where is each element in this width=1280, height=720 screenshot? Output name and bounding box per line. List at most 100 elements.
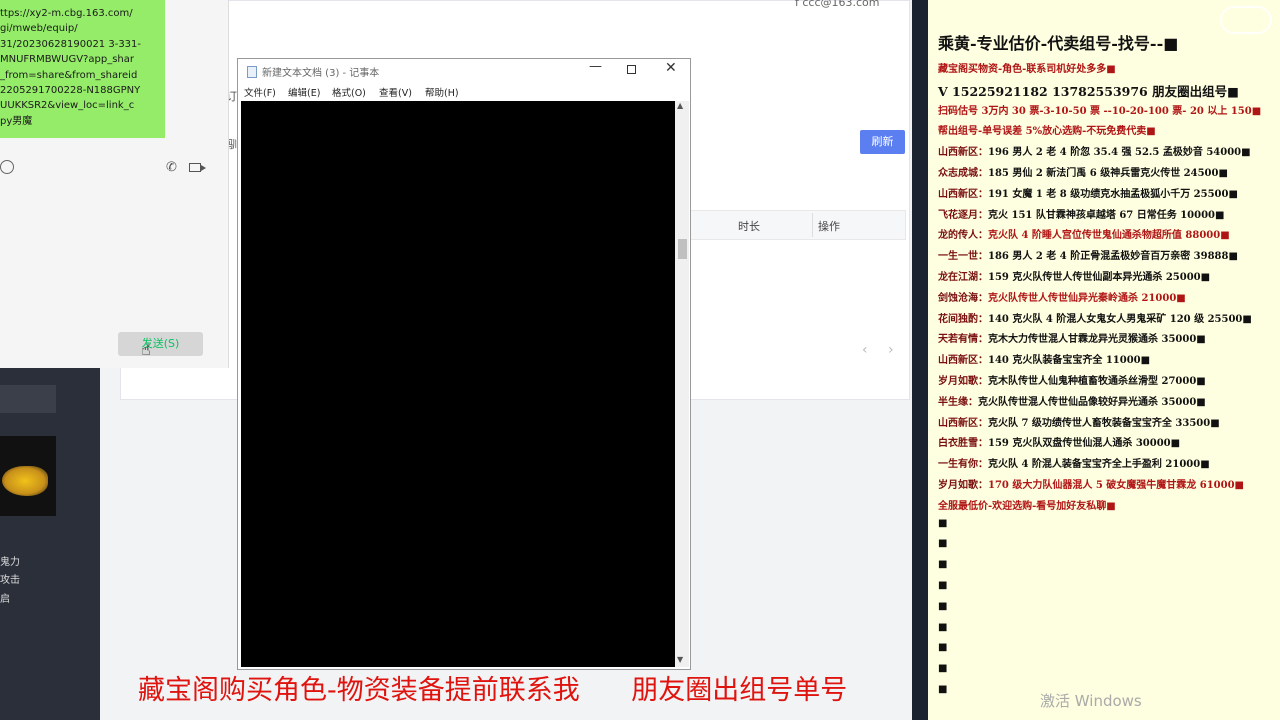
listing-text: 克木大力传世混人甘霖龙异光灵猴通杀 35000■: [988, 334, 1206, 346]
windows-activation-watermark: 激活 Windows: [1040, 692, 1142, 710]
chat-text-line: UUKKSR2&view_loc=link_c: [0, 100, 135, 112]
table-header: [690, 210, 906, 240]
stream-info-panel: 乘黄-专业估价-代卖组号-找号--■ 藏宝阁买物资-角色-联系司机好处多多■ V …: [928, 0, 1280, 720]
listing-line: 藏宝阁买物资-角色-联系司机好处多多■: [938, 60, 1116, 75]
menu-view[interactable]: 查看(V): [379, 85, 412, 99]
scroll-thumb[interactable]: [678, 239, 687, 259]
column-divider: [812, 213, 813, 237]
mouse-cursor-icon: ☝: [141, 340, 151, 359]
promo-banner-text: 藏宝阁购买角色-物资装备提前联系我 朋友圈出组号单号: [138, 675, 848, 706]
listing-text: ■: [938, 559, 948, 571]
notepad-window[interactable]: 新建文本文档 (3) - 记事本 — ✕ 文件(F) 编辑(E) 格式(O) 查…: [237, 58, 691, 670]
chat-message-text: ttps://xy2-m.cbg.163.com/gi/mweb/equip/3…: [0, 6, 160, 129]
listing-line: ■: [938, 559, 947, 570]
server-name: 龙在江湖：: [938, 272, 988, 283]
listing-line: 帮出组号-单号误差 5%放心选购-不玩免费代卖■: [938, 122, 1156, 137]
stat-label: 鬼力: [0, 557, 20, 568]
listing-line: ■: [938, 538, 947, 549]
listing-line: ■: [938, 642, 947, 653]
listing-text: 克火 151 队甘霖神孩卓越塔 67 日常任务 10000■: [988, 209, 1225, 221]
listing-line: 山西新区：克火队 7 级功绩传世人畜牧装备宝宝齐全 33500■: [938, 414, 1220, 429]
server-name: 山西新区：: [938, 188, 988, 200]
listing-line: ■: [938, 518, 947, 529]
listing-text: 186 男人 2 老 4 阶正骨混孟极妙音百万亲密 39888■: [988, 251, 1238, 263]
listing-text: ■: [938, 538, 948, 550]
listing-text: 140 克火队 4 阶混人女鬼女人男鬼采矿 120 级 25500■: [988, 313, 1252, 325]
chat-text-line: ttps://xy2-m.cbg.163.com/: [0, 8, 133, 19]
chat-text-line: 2205291700228-N188GPNY: [0, 85, 141, 97]
menu-help[interactable]: 帮助(H): [425, 85, 459, 99]
refresh-button[interactable]: 刷新: [860, 130, 905, 154]
listing-line: 众志成城：185 男仙 2 新法门禹 6 级神兵雷克火传世 24500■: [938, 164, 1228, 179]
listing-text: 克火队 4 阶睡人宫位传世鬼仙通杀物超所值 88000■: [988, 230, 1230, 242]
listing-text: 140 克火队装备宝宝齐全 11000■: [988, 355, 1151, 367]
listing-line: 龙在江湖：159 克火队传世人传世仙副本异光通杀 25000■: [938, 268, 1210, 283]
menu-file[interactable]: 文件(F): [244, 85, 276, 99]
chat-text-line: gi/mweb/equip/: [0, 23, 78, 35]
text-edit-area[interactable]: [241, 101, 675, 667]
menu-edit[interactable]: 编辑(E): [288, 85, 320, 99]
listing-line: 山西新区：191 女魔 1 老 8 级功绩克水抽孟极狐小千万 25500■: [938, 185, 1238, 200]
server-name: 龙的传人：: [938, 230, 988, 242]
game-toolbar-strip: [0, 385, 56, 413]
chat-text-line: 31/20230628190021 3-331-: [0, 38, 142, 50]
listing-text: 159 克火队传世人传世仙副本异光通杀 25000■: [988, 272, 1211, 283]
listing-line: 飞花逐月：克火 151 队甘霖神孩卓越塔 67 日常任务 10000■: [938, 206, 1224, 221]
chat-text-line: _from=share&from_shareid: [0, 69, 138, 81]
listing-text: ■: [938, 580, 948, 591]
pet-creature-image: [2, 466, 48, 496]
listing-text: 克木队传世人仙鬼种植畜牧通杀丝滑型 27000■: [988, 376, 1206, 387]
listing-text: 克火队 4 阶混人装备宝宝齐全上手盈利 21000■: [988, 459, 1210, 471]
listing-text: 170 级大力队仙器混人 5 破女魔强牛魔甘霖龙 61000■: [988, 480, 1244, 491]
server-name: 众志成城：: [938, 168, 988, 179]
listing-line: ■: [938, 663, 947, 674]
server-name: 山西新区：: [938, 417, 988, 429]
scroll-up-icon[interactable]: ▲: [677, 101, 683, 110]
pager-prev-button[interactable]: ‹: [862, 342, 868, 358]
emoji-icon[interactable]: [0, 160, 14, 174]
server-name: 岁月如歌：: [938, 480, 988, 491]
listing-line: 花间独酌：140 克火队 4 阶混人女鬼女人男鬼采矿 120 级 25500■: [938, 310, 1252, 325]
server-name: 岁月如歌：: [938, 376, 988, 387]
listing-line: 扫码估号 3万内 30 票-3-10-50 票 --10-20-100 票- 2…: [938, 102, 1261, 117]
server-name: 山西新区：: [938, 147, 988, 159]
minimize-button[interactable]: —: [589, 59, 602, 74]
pager-next-button[interactable]: ›: [888, 342, 894, 358]
close-button[interactable]: ✕: [665, 60, 677, 76]
window-title: 新建文本文档 (3) - 记事本: [262, 68, 380, 79]
listing-text: ■: [938, 600, 948, 612]
maximize-button[interactable]: [627, 65, 636, 74]
stream-logo-icon: [1220, 6, 1272, 34]
server-name: 山西新区：: [938, 355, 988, 367]
listing-line: ■: [938, 684, 947, 695]
notepad-icon: [247, 66, 257, 78]
listing-text: 克火队传世人传世仙异光秦岭通杀 21000■: [988, 292, 1186, 304]
listing-text: 185 男仙 2 新法门禹 6 级神兵雷克火传世 24500■: [988, 168, 1228, 179]
listing-text: V 15225921182 13782553976 朋友圈出组号■: [938, 83, 1239, 99]
listing-text: ■: [938, 621, 948, 633]
listing-text: ■: [938, 642, 948, 654]
video-call-icon[interactable]: [189, 163, 206, 172]
vertical-scrollbar[interactable]: ▲ ▼: [675, 101, 689, 667]
send-button[interactable]: 发送(S): [118, 332, 203, 356]
stat-label: 启: [0, 594, 10, 605]
listing-line: 龙的传人：克火队 4 阶睡人宫位传世鬼仙通杀物超所值 88000■: [938, 226, 1230, 241]
listing-line: 半生缘：克火队传世混人传世仙品像较好异光通杀 35000■: [938, 393, 1206, 408]
column-header-action: 操作: [818, 220, 840, 233]
listing-line: ■: [938, 622, 947, 633]
listing-text: 191 女魔 1 老 8 级功绩克水抽孟极狐小千万 25500■: [988, 188, 1238, 200]
server-name: 花间独酌：: [938, 313, 988, 325]
menu-format[interactable]: 格式(O): [332, 85, 366, 99]
listing-text: 克火队 7 级功绩传世人畜牧装备宝宝齐全 33500■: [988, 417, 1220, 429]
account-email: f ccc@163.com: [795, 0, 880, 9]
scroll-down-icon[interactable]: ▼: [677, 655, 683, 664]
column-header-duration: 时长: [738, 220, 760, 233]
server-name: 飞花逐月：: [938, 209, 988, 221]
panel-divider: [912, 0, 928, 720]
listing-text: 藏宝阁买物资-角色-联系司机好处多多■: [938, 64, 1116, 75]
listing-line: 白衣胜雪：159 克火队双盘传世仙混人通杀 30000■: [938, 434, 1180, 449]
listing-line: 岁月如歌：170 级大力队仙器混人 5 破女魔强牛魔甘霖龙 61000■: [938, 476, 1244, 491]
listing-text: 帮出组号-单号误差 5%放心选购-不玩免费代卖■: [938, 126, 1156, 138]
server-name: 一生有你：: [938, 459, 988, 471]
phone-icon[interactable]: ✆: [166, 160, 177, 175]
